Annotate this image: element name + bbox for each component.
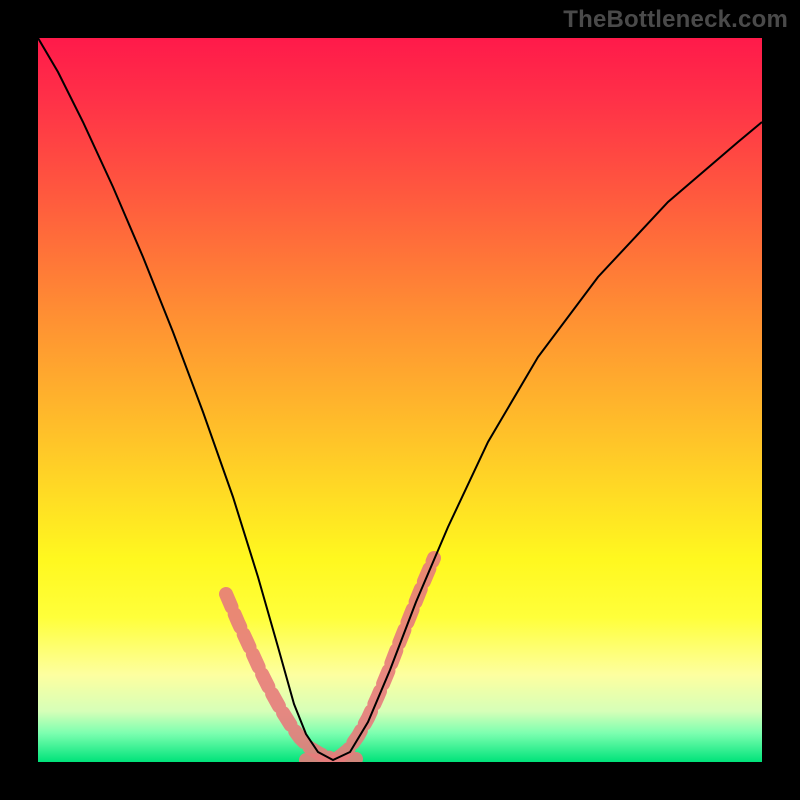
marker-band-right <box>338 558 434 758</box>
marker-band-left <box>226 594 330 758</box>
curve-svg <box>38 38 762 762</box>
watermark-label: TheBottleneck.com <box>563 6 788 34</box>
chart-frame: TheBottleneck.com <box>0 0 800 800</box>
plot-area <box>38 38 762 762</box>
